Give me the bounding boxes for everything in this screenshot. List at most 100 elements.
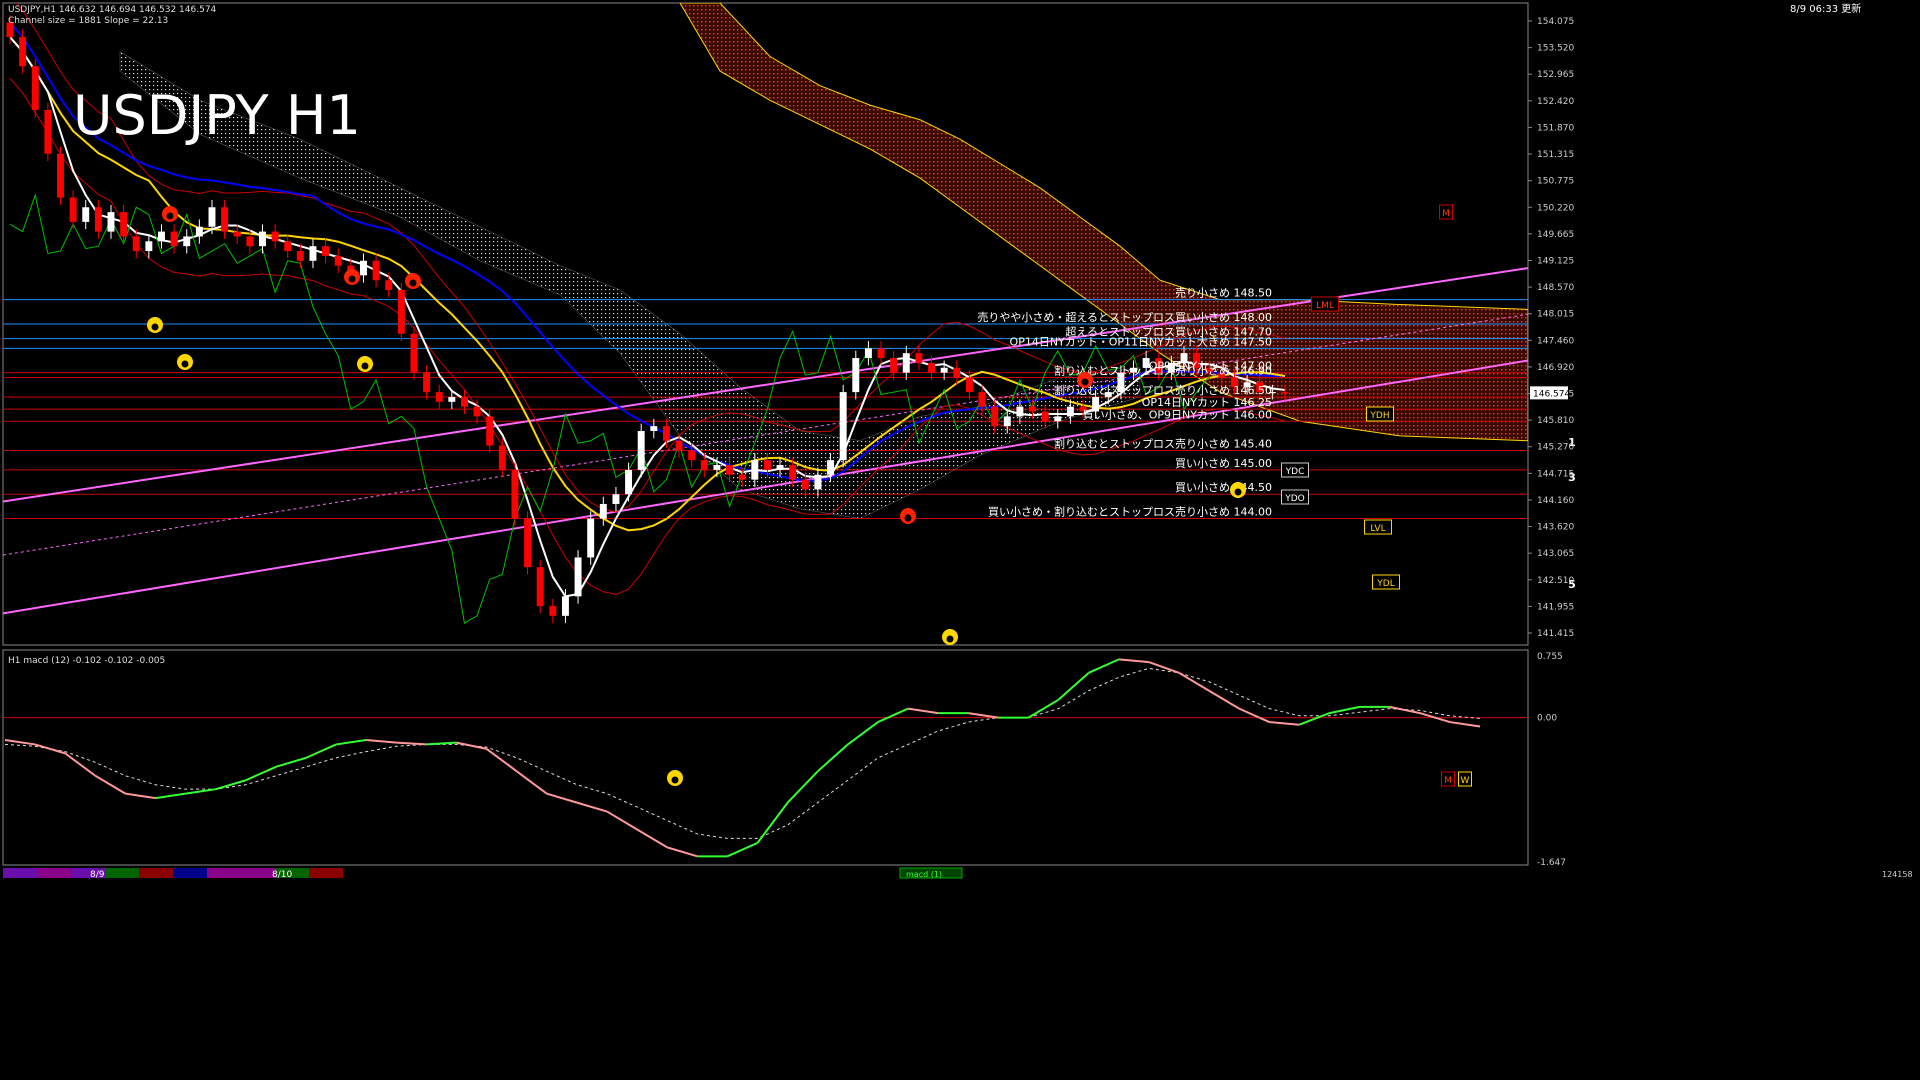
y-tick-label: 142.510 xyxy=(1537,576,1574,586)
footer-date-segment xyxy=(173,868,207,878)
candle-body xyxy=(69,197,77,222)
candle-body xyxy=(120,212,128,237)
candle xyxy=(284,234,292,259)
candle xyxy=(195,219,203,244)
macd-segment xyxy=(907,707,939,715)
candle-body xyxy=(19,37,27,67)
candle-body xyxy=(864,348,872,359)
candle-body xyxy=(410,333,418,373)
candle xyxy=(902,345,910,380)
candle-body xyxy=(650,426,658,431)
candle xyxy=(359,253,367,283)
macd-tick-label: 0.00 xyxy=(1537,714,1557,724)
candle xyxy=(183,229,191,254)
candle-body xyxy=(473,406,481,417)
candle-body xyxy=(940,367,948,373)
candle-body xyxy=(107,212,115,232)
candle xyxy=(221,199,229,239)
candle xyxy=(637,423,645,478)
candle-body xyxy=(524,518,532,568)
tag-label: W xyxy=(1461,776,1470,786)
macd-segment xyxy=(426,741,457,746)
candle-body xyxy=(271,231,279,242)
candle xyxy=(372,253,380,288)
candle-body xyxy=(902,353,910,373)
footer-date-label: 8/10 xyxy=(272,870,292,880)
fractal-marker-hole xyxy=(904,514,912,522)
macd-signal-line xyxy=(4,667,1481,839)
candle-body xyxy=(1066,406,1074,417)
price-chart[interactable]: 売り小さめ 148.50 売りやや小さめ・超えるとストップロス買い小さめ 148.… xyxy=(0,0,1920,1080)
candle xyxy=(839,384,847,468)
macd-segment xyxy=(94,774,126,795)
macd-segment xyxy=(1449,721,1481,728)
macd-segment xyxy=(1057,672,1090,701)
candle xyxy=(259,224,266,254)
candle xyxy=(69,190,77,230)
footer-date-segment xyxy=(37,868,71,878)
tag-label: YDC xyxy=(1285,467,1305,477)
candle-body xyxy=(498,445,506,470)
candle xyxy=(587,511,595,565)
candle-body xyxy=(145,241,153,252)
fractal-marker-hole xyxy=(1234,488,1242,496)
candle-body xyxy=(625,469,633,495)
candle xyxy=(334,248,342,273)
fractal-marker-hole xyxy=(151,323,159,331)
candle-body xyxy=(284,241,292,252)
macd-segment xyxy=(877,707,909,723)
y-tick-label: 150.775 xyxy=(1537,177,1574,187)
candle-body xyxy=(789,465,797,480)
y-tick-label: 143.620 xyxy=(1537,523,1574,533)
y-tick-label: 144.715 xyxy=(1537,469,1574,479)
macd-segment xyxy=(516,770,548,795)
candle-body xyxy=(991,406,999,427)
fractal-marker-hole xyxy=(166,212,174,220)
candle-body xyxy=(1029,406,1036,412)
y-tick-label: 148.570 xyxy=(1537,283,1574,293)
y-tick-label: 151.315 xyxy=(1537,150,1574,160)
candle xyxy=(322,238,330,264)
footer-date-segment xyxy=(207,868,241,878)
footer-date-label: 8/9 xyxy=(90,870,105,880)
level-label: 売りやや小さめ・超えるとストップロス買い小さめ 148.00 xyxy=(977,310,1272,324)
fractal-marker-hole xyxy=(671,776,679,784)
y-tick-label: 146.920 xyxy=(1537,363,1574,373)
candle xyxy=(31,58,39,118)
macd-plot-area xyxy=(3,658,1528,858)
candle xyxy=(385,272,393,298)
y-tick-label: 145.810 xyxy=(1537,416,1574,426)
macd-segment xyxy=(1389,705,1420,715)
y-tick-label: 149.125 xyxy=(1537,256,1574,266)
footer-date-segment xyxy=(309,868,343,878)
y-tick-label: 152.420 xyxy=(1537,97,1574,107)
candle xyxy=(599,496,607,526)
candle xyxy=(19,29,27,74)
candle xyxy=(852,350,860,400)
footer-date-segment xyxy=(241,868,275,878)
candle-body xyxy=(928,362,936,373)
macd-segment xyxy=(185,788,216,795)
candle-body xyxy=(599,503,607,519)
macd-segment xyxy=(1178,671,1210,692)
candle xyxy=(625,462,633,502)
current-price-label: 146.574 xyxy=(1533,389,1570,399)
macd-segment xyxy=(275,756,307,768)
macd-segment xyxy=(756,802,789,844)
candle-body xyxy=(536,567,544,607)
datetime-label: 8/9 06:33 更新 xyxy=(1790,2,1861,15)
candle-body xyxy=(385,280,393,290)
candle-body xyxy=(890,358,898,373)
macd-segment xyxy=(125,792,156,800)
candle xyxy=(271,224,279,249)
candle xyxy=(107,204,115,239)
candle xyxy=(145,234,153,259)
candle-body xyxy=(877,348,885,359)
candle-body xyxy=(359,260,367,276)
candle xyxy=(94,199,102,239)
macd-segment xyxy=(1299,712,1330,726)
channel-line xyxy=(3,359,1528,615)
candle-body xyxy=(637,431,645,470)
tag-label: YDH xyxy=(1369,411,1389,421)
candle xyxy=(82,199,90,230)
